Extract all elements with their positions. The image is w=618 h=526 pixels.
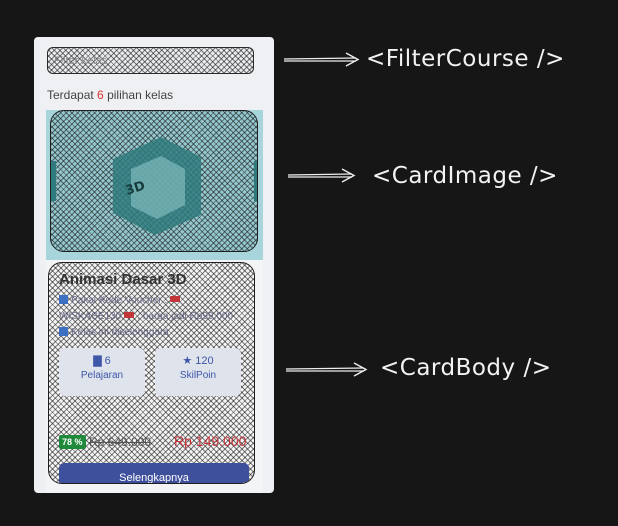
- stat-points-value: 120: [195, 355, 214, 367]
- book-icon: ▇: [93, 355, 102, 367]
- ticket-icon: [170, 296, 181, 302]
- stat-points: ★ 120 SkilPoin: [155, 348, 241, 396]
- stat-lessons-label: Pelajaran: [80, 370, 124, 381]
- promo-line-3: , harga jadi: [137, 311, 187, 322]
- info-icon: [59, 327, 68, 336]
- arrow-filter: [283, 52, 360, 67]
- card-image[interactable]: 3D: [50, 110, 258, 252]
- info-icon: [59, 295, 68, 304]
- course-title: Animasi Dasar 3D: [59, 271, 187, 288]
- discount-badge: 78 %: [59, 435, 86, 449]
- result-prefix: Terdapat: [47, 88, 94, 102]
- mobile-screen: Terdapat 6 pilihan kelas 3D Animasi Dasa…: [34, 37, 274, 493]
- annotation-filter-course: <FilterCourse />: [366, 46, 565, 72]
- promo-line-1: Pakai Kode Voucher :: [71, 295, 168, 306]
- arrow-image: [287, 168, 356, 183]
- voucher-code: WISKASE130: [59, 311, 122, 322]
- old-price: Rp 649.000: [89, 435, 152, 449]
- card-body: Animasi Dasar 3D Pakai Kode Voucher : WIS…: [48, 262, 255, 484]
- card-body-area: Animasi Dasar 3D Pakai Kode Voucher : WIS…: [46, 260, 263, 493]
- stat-lessons-value: 6: [104, 355, 111, 367]
- stat-lessons: ▇ 6 Pelajaran: [59, 348, 145, 396]
- annotation-card-body: <CardBody />: [380, 355, 552, 381]
- arrow-body: [285, 362, 368, 377]
- promo-text: Pakai Kode Voucher : WISKASE130 , harga ja…: [59, 293, 241, 341]
- promo-line-5: Kelas ini diselenggara: [71, 327, 169, 338]
- result-count-text: Terdapat 6 pilihan kelas: [47, 88, 173, 102]
- promo-price: Rp99.000: [189, 311, 233, 322]
- ticket-icon: [124, 312, 135, 318]
- result-count: 6: [97, 88, 104, 102]
- star-icon: ★: [182, 355, 193, 367]
- price: Rp 149.000: [174, 433, 247, 449]
- 3d-cube-icon: 3D: [51, 137, 257, 235]
- card-image-area: 3D: [46, 110, 263, 260]
- filter-course-field[interactable]: [47, 47, 254, 74]
- stat-points-label: SkilPoin: [179, 370, 217, 381]
- details-button[interactable]: Selengkapnya: [59, 463, 249, 483]
- filter-input[interactable]: [48, 48, 253, 73]
- result-suffix: pilihan kelas: [107, 88, 174, 102]
- annotation-card-image: <CardImage />: [372, 163, 558, 189]
